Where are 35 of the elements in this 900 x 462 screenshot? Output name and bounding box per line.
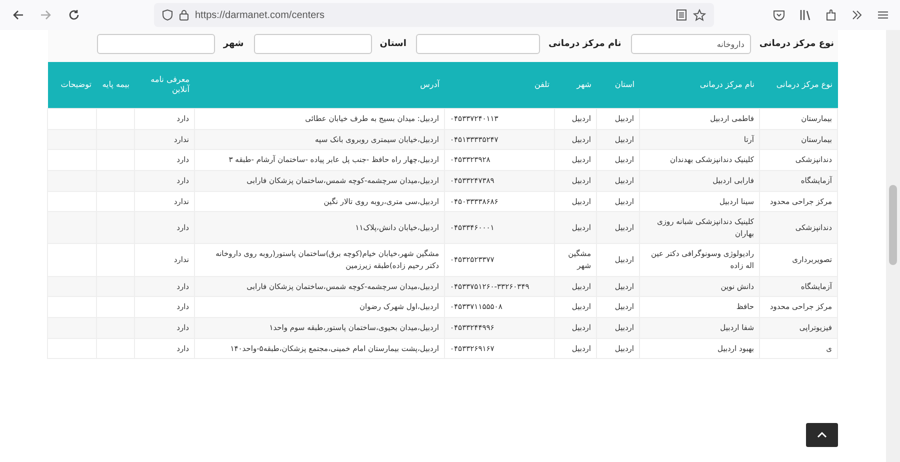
column-header: بیمه پایه: [96, 62, 134, 108]
filter-label: استان: [380, 39, 406, 49]
filter-input[interactable]: [97, 34, 216, 54]
back-arrow-icon: [12, 9, 24, 21]
filter-label: شهر: [223, 39, 244, 49]
column-header: استان: [596, 62, 640, 108]
url-text: https://darmanet.com/centers: [195, 10, 325, 20]
menu-icon[interactable]: [877, 9, 889, 21]
filter-label: نوع مرکز درمانی: [759, 39, 834, 49]
scrollbar[interactable]: [886, 30, 900, 462]
shield-icon: [162, 9, 173, 21]
lock-icon: [179, 9, 189, 21]
column-header: شهر: [554, 62, 596, 108]
filter-input[interactable]: [416, 34, 540, 54]
chevron-up-icon: [817, 432, 827, 438]
bookmark-star-icon[interactable]: [693, 8, 706, 22]
column-header: معرفی نامه آنلاین: [134, 62, 194, 108]
forward-arrow-icon: [40, 9, 52, 21]
library-icon[interactable]: [799, 9, 811, 21]
overflow-chevrons-icon[interactable]: [851, 9, 863, 21]
reader-view-icon[interactable]: [676, 9, 687, 21]
extensions-icon[interactable]: [825, 9, 837, 21]
column-header: تلفن: [444, 62, 554, 108]
filter-input[interactable]: داروخانه: [631, 34, 752, 54]
address-bar[interactable]: https://darmanet.com/centers: [154, 3, 714, 27]
pocket-icon[interactable]: [773, 9, 785, 21]
scrollbar-thumb[interactable]: [889, 185, 897, 265]
reload-icon: [68, 9, 80, 21]
column-header: نوع مرکز درمانی: [760, 62, 838, 108]
column-header: نام مرکز درمانی: [640, 62, 760, 108]
filter-label: نام مرکز درمانی: [548, 39, 622, 49]
scroll-to-top-button[interactable]: [806, 423, 838, 447]
filter-input[interactable]: [254, 34, 372, 54]
column-header: توضیحات: [48, 62, 96, 108]
column-header: آدرس: [194, 62, 444, 108]
